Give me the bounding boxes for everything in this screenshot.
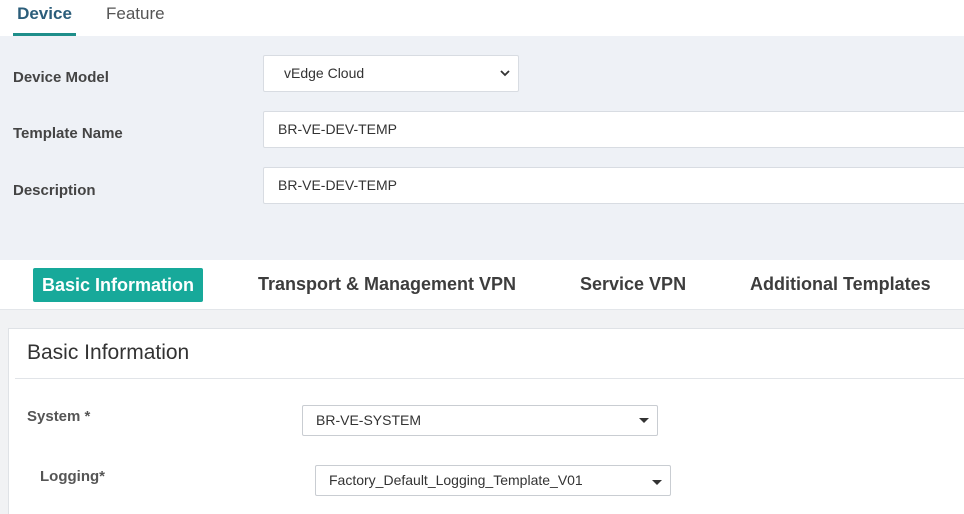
device-model-label: Device Model (13, 69, 109, 86)
template-name-input[interactable]: BR-VE-DEV-TEMP (263, 111, 964, 148)
tab-feature[interactable]: Feature (106, 4, 165, 24)
chevron-down-icon (500, 70, 510, 77)
tab-device[interactable]: Device (13, 4, 76, 36)
tab-additional-templates[interactable]: Additional Templates (750, 274, 931, 295)
tab-service-vpn[interactable]: Service VPN (580, 274, 686, 295)
panel-title: Basic Information (27, 341, 190, 364)
caret-down-icon (639, 418, 649, 423)
tab-basic-information[interactable]: Basic Information (33, 268, 203, 302)
template-name-label: Template Name (13, 125, 123, 142)
description-label: Description (13, 182, 96, 199)
panel-divider (15, 378, 964, 379)
system-template-value: BR-VE-SYSTEM (316, 412, 422, 428)
logging-template-value: Factory_Default_Logging_Template_V01 (329, 472, 583, 488)
logging-template-select[interactable]: Factory_Default_Logging_Template_V01 (315, 465, 671, 496)
tab-transport-management-vpn[interactable]: Transport & Management VPN (258, 274, 516, 295)
top-tab-bar: Device Feature (0, 0, 964, 36)
system-label: System * (27, 408, 91, 425)
system-template-select[interactable]: BR-VE-SYSTEM (302, 405, 658, 436)
caret-down-icon (652, 480, 662, 485)
device-model-select[interactable]: vEdge Cloud (263, 55, 519, 92)
device-model-value: vEdge Cloud (284, 65, 365, 81)
section-tab-bar: Basic Information Transport & Management… (0, 260, 964, 310)
description-input[interactable]: BR-VE-DEV-TEMP (263, 167, 964, 204)
logging-label: Logging* (40, 468, 105, 485)
